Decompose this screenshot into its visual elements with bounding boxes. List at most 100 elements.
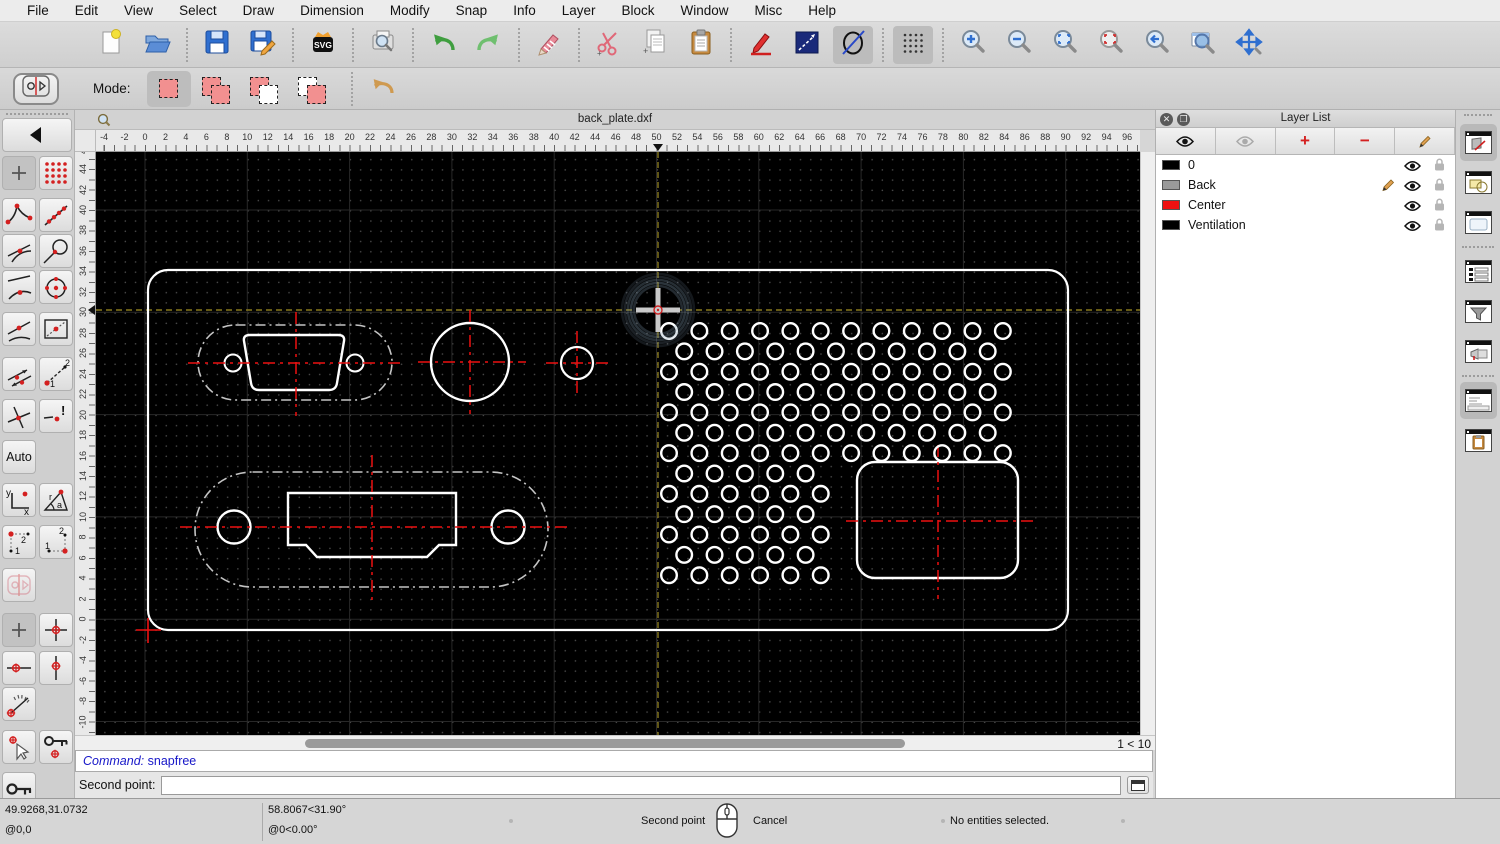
zoom-auto-button[interactable] <box>1045 26 1085 64</box>
save-button[interactable] <box>197 26 237 64</box>
ellipse-line-tool-button[interactable] <box>833 25 873 64</box>
svg-export-button[interactable]: SVG <box>303 26 343 64</box>
layer-lock-toggle[interactable] <box>1434 178 1445 196</box>
lock-relative-zero-button[interactable] <box>39 730 73 764</box>
snap-grid-button[interactable] <box>39 156 73 190</box>
lock-icon[interactable] <box>1434 178 1445 191</box>
restrict-orthogonal-button[interactable] <box>39 613 73 647</box>
menu-item-misc[interactable]: Misc <box>742 0 796 22</box>
revert-selection-button[interactable] <box>362 70 402 108</box>
snap-free-button[interactable] <box>2 156 36 190</box>
horizontal-scrollbar-thumb[interactable] <box>305 739 905 748</box>
hide-all-layers-button[interactable] <box>1215 128 1276 154</box>
cut-button[interactable]: + <box>589 26 629 64</box>
command-input[interactable] <box>161 775 1121 795</box>
zoom-out-button[interactable] <box>999 26 1039 64</box>
lock-icon[interactable] <box>1434 198 1445 211</box>
coordinate-cartesian-button[interactable]: yx <box>2 483 36 517</box>
menu-item-dimension[interactable]: Dimension <box>287 0 377 22</box>
menu-item-modify[interactable]: Modify <box>377 0 443 22</box>
menu-item-info[interactable]: Info <box>500 0 549 22</box>
restrict-angle-button[interactable] <box>2 687 36 721</box>
snap-distance-manual-button[interactable]: 12 <box>39 357 73 391</box>
snap-intersection-button[interactable] <box>2 399 36 433</box>
redo-button[interactable] <box>469 26 509 64</box>
snap-on-entity-button[interactable] <box>39 198 73 232</box>
cad-canvas[interactable] <box>96 152 1140 735</box>
snap-auto-button[interactable]: Auto <box>2 440 36 474</box>
remove-layer-button[interactable]: − <box>1335 128 1396 154</box>
snap-intersection-auto-button[interactable] <box>2 234 36 268</box>
edit-layer-button[interactable] <box>1395 128 1455 154</box>
layer-color-swatch[interactable] <box>1162 180 1180 190</box>
block-list-toggle-button[interactable] <box>1460 164 1497 201</box>
eye-icon[interactable] <box>1403 220 1422 232</box>
restrict-vertical-button[interactable] <box>39 651 73 685</box>
layer-row-center[interactable]: Center <box>1156 195 1455 215</box>
back-button[interactable] <box>2 118 72 152</box>
layer-row-ventilation[interactable]: Ventilation <box>1156 215 1455 235</box>
eye-icon[interactable] <box>1403 180 1422 192</box>
restrict-nothing-button[interactable] <box>2 613 36 647</box>
mirror-tool-button[interactable] <box>13 72 59 105</box>
zoom-in-button[interactable] <box>953 26 993 64</box>
entity-list-toggle-button[interactable] <box>1460 253 1497 290</box>
command-widget-toggle-button[interactable] <box>1459 382 1497 419</box>
notification-toggle-button[interactable] <box>1460 333 1497 370</box>
selection-mode-intersect-button[interactable] <box>291 71 335 107</box>
relative-coords-button[interactable]: 12 <box>2 525 36 559</box>
restrict-horizontal-button[interactable] <box>2 651 36 685</box>
menu-item-snap[interactable]: Snap <box>443 0 501 22</box>
print-preview-button[interactable] <box>363 26 403 64</box>
eye-icon[interactable] <box>1403 160 1422 172</box>
menu-item-edit[interactable]: Edit <box>62 0 111 22</box>
entity-filter-toggle-button[interactable] <box>1460 293 1497 330</box>
menu-item-window[interactable]: Window <box>668 0 742 22</box>
command-options-button[interactable] <box>1127 776 1149 794</box>
layer-color-swatch[interactable] <box>1162 160 1180 170</box>
add-layer-button[interactable]: + <box>1275 128 1336 154</box>
menu-item-layer[interactable]: Layer <box>549 0 609 22</box>
lock-icon[interactable] <box>1434 158 1445 171</box>
snap-endpoints-button[interactable] <box>2 198 36 232</box>
layer-color-swatch[interactable] <box>1162 200 1180 210</box>
eye-icon[interactable] <box>1403 200 1422 212</box>
layer-color-swatch[interactable] <box>1162 220 1180 230</box>
library-browser-toggle-button[interactable] <box>1460 204 1497 241</box>
grid-toggle-button[interactable] <box>893 25 933 64</box>
layer-list-toggle-button[interactable] <box>1459 124 1497 161</box>
new-document-button[interactable] <box>91 26 131 64</box>
layer-lock-toggle[interactable] <box>1434 198 1445 216</box>
layer-row-0[interactable]: 0 <box>1156 155 1455 175</box>
menu-item-view[interactable]: View <box>111 0 166 22</box>
toolbar-handle[interactable] <box>1464 114 1492 120</box>
zoom-window-button[interactable] <box>1183 26 1223 64</box>
snap-nearest-button[interactable] <box>2 270 36 304</box>
menu-item-block[interactable]: Block <box>609 0 668 22</box>
menu-item-draw[interactable]: Draw <box>230 0 288 22</box>
pan-zoom-button[interactable] <box>1229 26 1269 64</box>
coordinate-polar-button[interactable]: ra <box>39 483 73 517</box>
restrict-mirror-disabled-button[interactable] <box>2 568 36 602</box>
layer-row-back[interactable]: Back <box>1156 175 1455 195</box>
layer-lock-toggle[interactable] <box>1434 218 1445 236</box>
snap-parallel-button[interactable] <box>2 357 36 391</box>
menu-item-file[interactable]: File <box>14 0 62 22</box>
snap-distance-button[interactable] <box>39 312 73 346</box>
undo-button[interactable] <box>423 26 463 64</box>
snap-tangent-button[interactable] <box>39 234 73 268</box>
snap-center-button[interactable] <box>39 270 73 304</box>
layer-lock-toggle[interactable] <box>1434 158 1445 176</box>
selection-mode-subtract-button[interactable] <box>243 71 287 107</box>
menu-item-help[interactable]: Help <box>795 0 849 22</box>
zoom-selected-button[interactable] <box>1091 26 1131 64</box>
absolute-coords-button[interactable]: 12 <box>39 525 73 559</box>
line-tool-button[interactable] <box>787 26 827 64</box>
layer-visibility-toggle[interactable] <box>1403 219 1422 237</box>
horizontal-scrollbar[interactable] <box>96 736 1081 751</box>
set-relative-zero-button[interactable] <box>2 730 36 764</box>
show-all-layers-button[interactable] <box>1156 128 1216 154</box>
save-as-button[interactable] <box>243 26 283 64</box>
menu-item-select[interactable]: Select <box>166 0 230 22</box>
snap-middle-button[interactable] <box>2 312 36 346</box>
